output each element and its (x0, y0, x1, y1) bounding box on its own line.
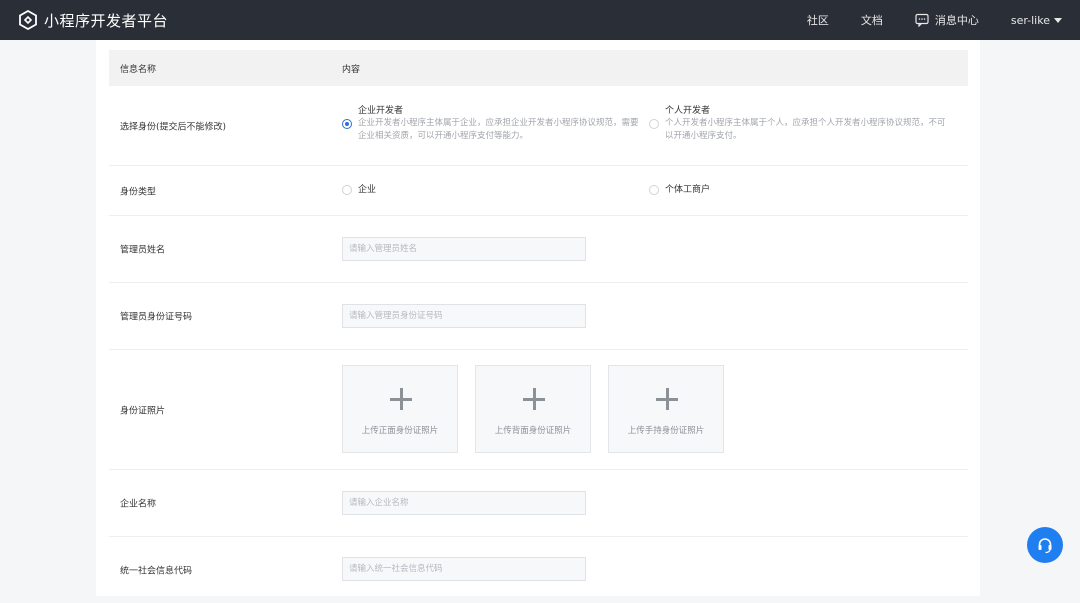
row-identity-type: 身份类型 企业 个体工商户 (109, 166, 968, 216)
admin-id-label: 管理员身份证号码 (120, 312, 193, 323)
plus-icon (656, 388, 678, 410)
enterprise-title: 企业开发者 (358, 106, 404, 116)
upload-handheld-id-button[interactable]: 上传手持身份证照片 (608, 365, 724, 453)
username: ser-like (1010, 13, 1050, 27)
option-company[interactable]: 企业 (342, 184, 376, 196)
radio-sole-proprietor[interactable] (649, 185, 659, 195)
upload-front-id-button[interactable]: 上传正面身份证照片 (342, 365, 458, 453)
customer-service-button[interactable] (1027, 527, 1063, 563)
row-identity: 选择身份(提交后不能修改) 企业开发者 企业开发者小程序主体属于企业，应承担企业… (109, 86, 968, 166)
chevron-down-icon (1054, 17, 1062, 23)
nav-messages-link[interactable]: 消息中心 (915, 12, 979, 28)
id-photos-label: 身份证照片 (120, 406, 166, 416)
row-company-name: 企业名称 请输入企业名称 (109, 470, 968, 537)
top-nav-bar: 小程序开发者平台 社区 文档 消息中心 ser-like (0, 0, 1080, 40)
upload-handheld-caption: 上传手持身份证照片 (627, 426, 705, 436)
company-name-label: 企业名称 (120, 499, 157, 510)
individual-title: 个人开发者 (665, 106, 711, 116)
app-title: 小程序开发者平台 (44, 11, 169, 30)
company-option-label: 企业 (358, 185, 377, 195)
row-admin-name: 管理员姓名 请输入管理员姓名 (109, 216, 968, 283)
user-menu[interactable]: ser-like (1011, 14, 1062, 27)
info-table: 信息名称 内容 选择身份(提交后不能修改) 企业开发者 企业开发者小程序主体属于… (109, 50, 968, 603)
header-field-name: 信息名称 (120, 64, 157, 75)
admin-name-input[interactable]: 请输入管理员姓名 (342, 237, 586, 261)
nav-links: 社区 文档 消息中心 ser-like (775, 0, 1062, 40)
identity-label: 选择身份(提交后不能修改) (120, 122, 227, 132)
credit-code-label: 统一社会信息代码 (120, 566, 193, 577)
identity-type-label: 身份类型 (120, 187, 157, 197)
radio-individual[interactable] (649, 119, 659, 129)
option-enterprise[interactable]: 企业开发者 企业开发者小程序主体属于企业，应承担企业开发者小程序协议规范，需要企… (342, 105, 640, 143)
table-header: 信息名称 内容 (109, 50, 968, 86)
row-credit-code: 统一社会信息代码 请输入统一社会信息代码 (109, 537, 968, 603)
message-icon (915, 13, 929, 27)
upload-back-id-button[interactable]: 上传背面身份证照片 (475, 365, 591, 453)
nav-docs-link[interactable]: 文档 (861, 12, 883, 28)
header-content: 内容 (342, 64, 361, 75)
nav-community-link[interactable]: 社区 (807, 12, 829, 28)
headset-icon (1038, 538, 1052, 554)
admin-id-input[interactable]: 请输入管理员身份证号码 (342, 304, 586, 328)
plus-icon (390, 388, 412, 410)
form-panel: 信息名称 内容 选择身份(提交后不能修改) 企业开发者 企业开发者小程序主体属于… (96, 40, 980, 596)
admin-name-label: 管理员姓名 (120, 245, 166, 256)
credit-code-input[interactable]: 请输入统一社会信息代码 (342, 557, 586, 581)
messages-label: 消息中心 (934, 14, 979, 27)
logo[interactable]: 小程序开发者平台 (18, 10, 168, 31)
upload-front-caption: 上传正面身份证照片 (361, 426, 439, 436)
radio-company[interactable] (342, 185, 352, 195)
individual-desc: 个人开发者小程序主体属于个人，应承担个人开发者小程序协议规范，不可以开通小程序支… (665, 118, 946, 141)
row-admin-id: 管理员身份证号码 请输入管理员身份证号码 (109, 283, 968, 350)
miniapp-logo-icon (19, 10, 37, 30)
enterprise-desc: 企业开发者小程序主体属于企业，应承担企业开发者小程序协议规范，需要企业相关资质，… (358, 118, 639, 141)
option-individual[interactable]: 个人开发者 个人开发者小程序主体属于个人，应承担个人开发者小程序协议规范，不可以… (649, 105, 947, 143)
company-name-input[interactable]: 请输入企业名称 (342, 491, 586, 515)
sole-proprietor-label: 个体工商户 (665, 185, 711, 195)
radio-enterprise[interactable] (342, 119, 352, 129)
row-id-photos: 身份证照片 上传正面身份证照片 上传背面身份证照片 上传手持身份证照片 (109, 350, 968, 470)
upload-back-caption: 上传背面身份证照片 (494, 426, 572, 436)
plus-icon (523, 388, 545, 410)
option-sole-proprietor[interactable]: 个体工商户 (649, 184, 710, 196)
